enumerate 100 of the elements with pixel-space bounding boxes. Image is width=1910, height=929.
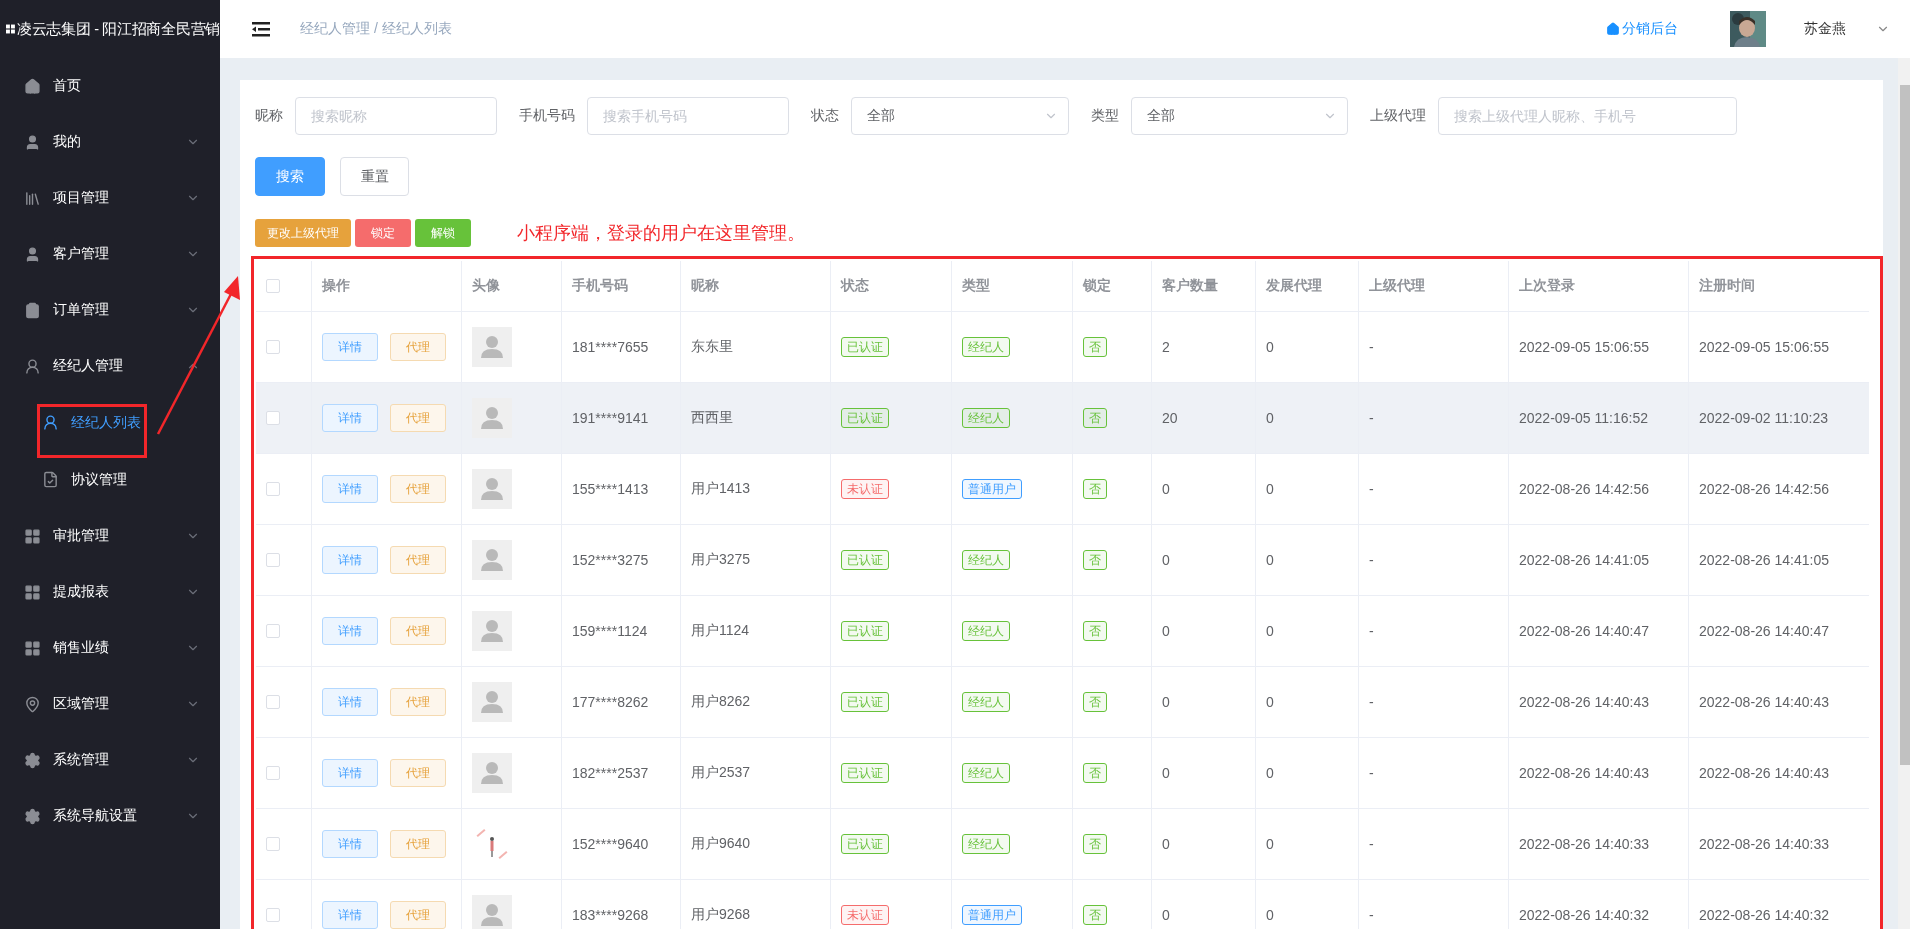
lock-tag: 否 (1083, 763, 1107, 783)
table-cell: 191****9141 (572, 410, 649, 426)
table-cell: 0 (1162, 765, 1170, 781)
sidebar-subitem[interactable]: 协议管理 (0, 451, 220, 508)
detail-button[interactable]: 详情 (322, 475, 378, 503)
table-cell: 2022-08-26 14:41:05 (1699, 552, 1829, 568)
agent-button[interactable]: 代理 (390, 546, 446, 574)
table-cell: 155****1413 (572, 481, 649, 497)
grid-icon (24, 583, 41, 601)
document-check-icon (42, 471, 59, 488)
search-field[interactable]: 搜索昵称 (295, 97, 497, 135)
table-cell: - (1369, 339, 1374, 355)
table-cell: - (1369, 481, 1374, 497)
agent-button[interactable]: 代理 (390, 830, 446, 858)
agent-button[interactable]: 代理 (390, 404, 446, 432)
sidebar-subitem[interactable]: 经纪人列表 (0, 394, 220, 451)
batch-action-button[interactable]: 更改上级代理 (255, 219, 351, 247)
agent-button[interactable]: 代理 (390, 475, 446, 503)
clipboard-icon (24, 301, 41, 319)
detail-button[interactable]: 详情 (322, 830, 378, 858)
checkbox[interactable] (266, 279, 280, 293)
sidebar-item[interactable]: 提成报表 (0, 564, 220, 620)
table-cell: 西西里 (691, 409, 733, 427)
batch-action-button[interactable]: 锁定 (355, 219, 411, 247)
select-field[interactable]: 全部 (1131, 97, 1348, 135)
detail-button[interactable]: 详情 (322, 617, 378, 645)
status-tag: 未认证 (841, 479, 889, 499)
detail-button[interactable]: 详情 (322, 546, 378, 574)
table-cell: 2022-09-05 15:06:55 (1519, 339, 1649, 355)
sidebar-item[interactable]: 销售业绩 (0, 620, 220, 676)
avatar-icon (472, 611, 512, 651)
checkbox[interactable] (266, 624, 280, 638)
agent-button[interactable]: 代理 (390, 901, 446, 929)
sidebar-item[interactable]: 系统管理 (0, 732, 220, 788)
select-field[interactable]: 全部 (851, 97, 1069, 135)
table-cell: 182****2537 (572, 765, 649, 781)
checkbox[interactable] (266, 553, 280, 567)
avatar-icon (472, 398, 512, 438)
user-icon (42, 414, 59, 431)
checkbox[interactable] (266, 837, 280, 851)
sidebar-item[interactable]: 客户管理 (0, 226, 220, 282)
table-cell: 2022-08-26 14:40:43 (1519, 765, 1649, 781)
table-cell: 0 (1266, 410, 1274, 426)
reset-button[interactable]: 重置 (340, 157, 409, 196)
checkbox[interactable] (266, 908, 280, 922)
scrollbar[interactable] (1898, 58, 1910, 929)
table-cell: 2022-08-26 14:40:47 (1699, 623, 1829, 639)
sidebar-item[interactable]: 系统导航设置 (0, 788, 220, 844)
sidebar-item[interactable]: 订单管理 (0, 282, 220, 338)
menu-icon[interactable] (252, 21, 270, 37)
status-tag: 已认证 (841, 337, 889, 357)
sidebar-item[interactable]: 项目管理 (0, 170, 220, 226)
detail-button[interactable]: 详情 (322, 901, 378, 929)
checkbox[interactable] (266, 766, 280, 780)
detail-button[interactable]: 详情 (322, 404, 378, 432)
status-tag: 已认证 (841, 834, 889, 854)
checkbox[interactable] (266, 340, 280, 354)
type-tag: 经纪人 (962, 621, 1010, 641)
sidebar-item[interactable]: 经纪人管理 (0, 338, 220, 394)
search-field[interactable]: 搜索手机号码 (587, 97, 789, 135)
app-title: 凌云志集团 - 阳江招商全民营销 (16, 19, 220, 39)
detail-button[interactable]: 详情 (322, 688, 378, 716)
lock-tag: 否 (1083, 692, 1107, 712)
search-button[interactable]: 搜索 (255, 157, 325, 196)
detail-button[interactable]: 详情 (322, 333, 378, 361)
status-tag: 未认证 (841, 905, 889, 925)
checkbox[interactable] (266, 411, 280, 425)
table-cell: 用户9268 (691, 906, 751, 924)
books-icon (24, 189, 41, 207)
user-name[interactable]: 苏金燕 (1804, 20, 1846, 38)
checkbox[interactable] (266, 695, 280, 709)
batch-action-button[interactable]: 解锁 (415, 219, 471, 247)
table-cell: 2022-08-26 14:40:43 (1519, 694, 1649, 710)
user-icon (24, 357, 41, 375)
status-tag: 已认证 (841, 408, 889, 428)
column-header: 客户数量 (1162, 277, 1218, 295)
sidebar-item[interactable]: 我的 (0, 114, 220, 170)
agent-button[interactable]: 代理 (390, 333, 446, 361)
table-cell: 0 (1266, 481, 1274, 497)
sidebar-item[interactable]: 审批管理 (0, 508, 220, 564)
grid-icon (24, 527, 41, 545)
table-cell: 177****8262 (572, 694, 649, 710)
detail-button[interactable]: 详情 (322, 759, 378, 787)
column-header: 注册时间 (1699, 277, 1755, 295)
backend-link[interactable]: 分销后台 (1606, 20, 1678, 38)
table-cell: 20 (1162, 410, 1178, 426)
filter-label: 昵称 (255, 107, 283, 125)
table-cell: 0 (1266, 765, 1274, 781)
sidebar-item[interactable]: 区域管理 (0, 676, 220, 732)
table-cell: 0 (1266, 552, 1274, 568)
filter-label: 类型 (1091, 107, 1119, 125)
table-cell: 0 (1162, 623, 1170, 639)
agent-button[interactable]: 代理 (390, 688, 446, 716)
checkbox[interactable] (266, 482, 280, 496)
agent-button[interactable]: 代理 (390, 759, 446, 787)
agent-button[interactable]: 代理 (390, 617, 446, 645)
sidebar-item[interactable]: 首页 (0, 58, 220, 114)
user-icon (24, 245, 41, 263)
table-cell: 0 (1266, 623, 1274, 639)
type-tag: 经纪人 (962, 692, 1010, 712)
